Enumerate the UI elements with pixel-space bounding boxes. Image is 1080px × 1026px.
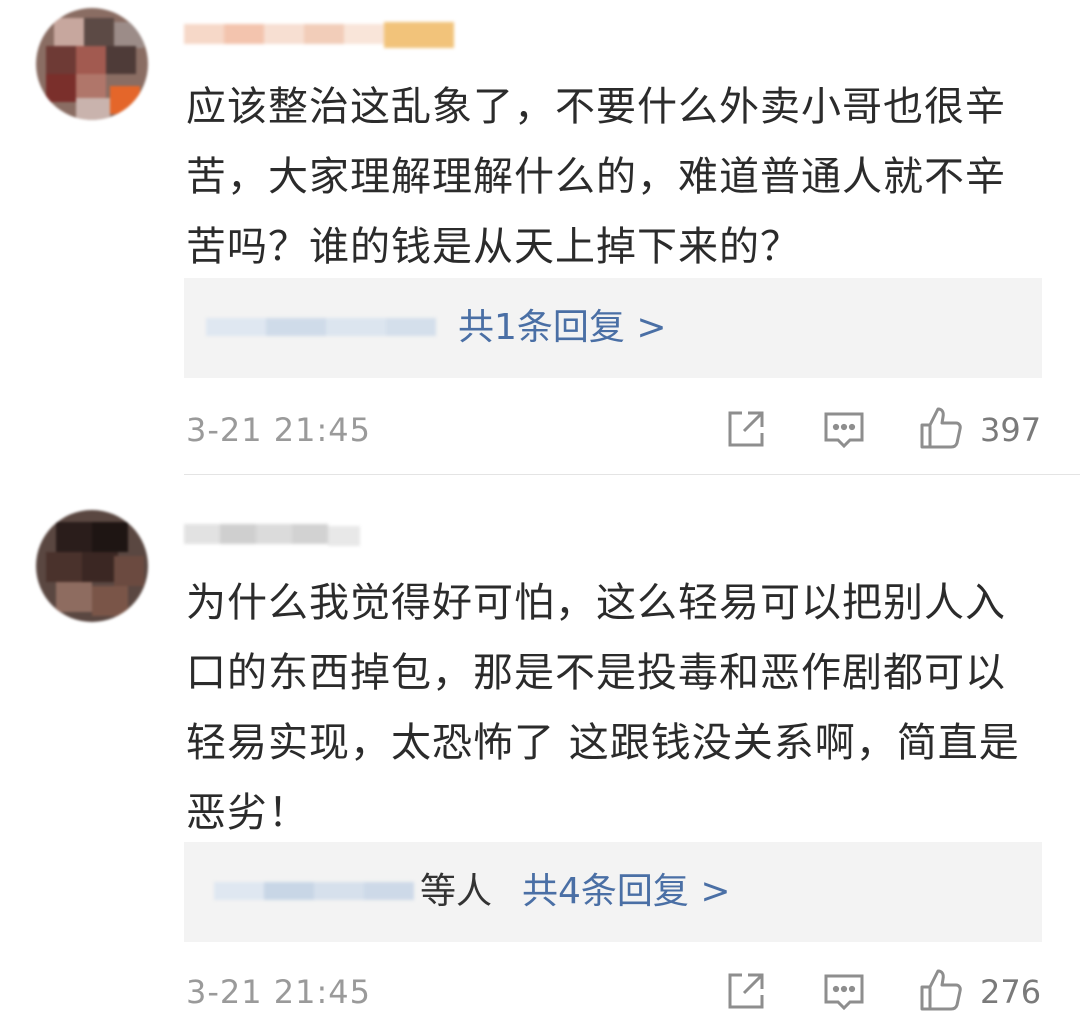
comment-text: 应该整治这乱象了，不要什么外卖小哥也很辛苦，大家理解理解什么的，难道普通人就不辛… xyxy=(186,84,1006,270)
like-count: 397 xyxy=(980,411,1042,449)
reply-summary[interactable]: 等人 共4条回复 > xyxy=(184,842,1042,942)
username-blurred[interactable] xyxy=(184,14,454,56)
comment-time: 3-21 21:45 xyxy=(186,411,372,449)
comment-item: 为什么我觉得好可怕，这么轻易可以把别人入口的东西掉包，那是不是投毒和恶作剧都可以… xyxy=(0,490,1080,1026)
replier-names-blurred xyxy=(206,310,436,346)
view-replies-link[interactable]: 共1条回复 > xyxy=(458,302,667,354)
share-icon[interactable] xyxy=(724,969,768,1013)
reply-summary[interactable]: 共1条回复 > xyxy=(184,278,1042,378)
avatar[interactable] xyxy=(36,510,148,622)
share-icon[interactable] xyxy=(724,407,768,451)
thumbs-up-icon[interactable] xyxy=(918,405,962,449)
comment-icon[interactable] xyxy=(822,408,866,452)
comment-divider xyxy=(184,474,1080,475)
thumbs-up-icon[interactable] xyxy=(918,967,962,1011)
reply-others-label: 等人 xyxy=(420,871,493,912)
comment-time: 3-21 21:45 xyxy=(186,973,372,1011)
comment-text: 为什么我觉得好可怕，这么轻易可以把别人入口的东西掉包，那是不是投毒和恶作剧都可以… xyxy=(186,580,1020,836)
username-blurred[interactable] xyxy=(184,514,364,556)
like-count: 276 xyxy=(980,973,1042,1011)
comment-icon[interactable] xyxy=(822,970,866,1014)
comment-item: 应该整治这乱象了，不要什么外卖小哥也很辛苦，大家理解理解什么的，难道普通人就不辛… xyxy=(0,0,1080,475)
replier-names-blurred xyxy=(214,874,414,910)
avatar[interactable] xyxy=(36,8,148,120)
view-replies-link[interactable]: 共4条回复 > xyxy=(522,866,731,918)
